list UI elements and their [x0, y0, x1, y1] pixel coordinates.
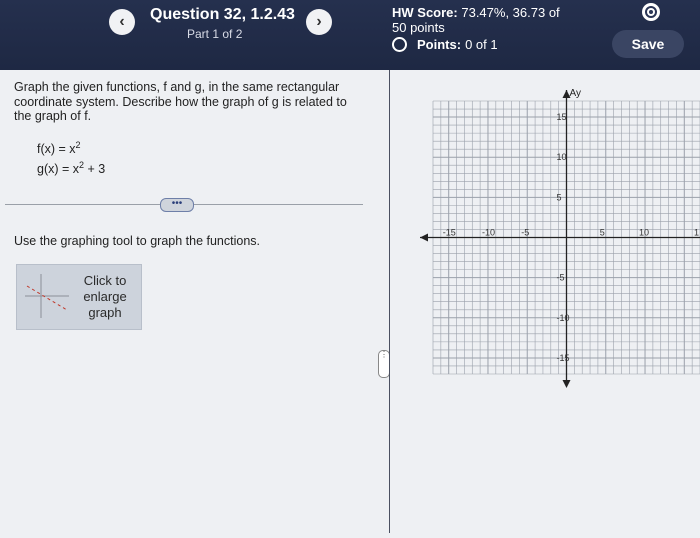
x-tick-label: 10: [639, 228, 649, 238]
part-label: Part 1 of 2: [187, 27, 243, 41]
hw-score: HW Score: 73.47%, 36.73 of: [392, 4, 560, 21]
points-status-icon: [392, 37, 407, 52]
hw-score-value: 73.47%, 36.73 of: [461, 5, 560, 20]
f-function: f(x) = x2: [37, 140, 81, 156]
x-tick-label: -15: [443, 228, 456, 238]
x-tick-label: -5: [521, 228, 529, 238]
points-value: 0 of 1: [465, 37, 498, 52]
coordinate-grid[interactable]: Ay 15 10 5 -5 -10 -15 -15 -10 -5 5 10 1: [390, 70, 700, 533]
points-label: Points:: [417, 37, 462, 52]
enlarge-graph-label: Click to enlarge graph: [83, 273, 127, 320]
save-button[interactable]: Save: [612, 30, 684, 58]
x-axis-left-arrow-icon: [420, 233, 428, 242]
y-tick-label: -10: [557, 313, 570, 323]
problem-prompt: Graph the given functions, f and g, in t…: [14, 80, 347, 123]
next-question-button[interactable]: ›: [306, 9, 332, 35]
previous-question-button[interactable]: ‹: [109, 9, 135, 35]
graph-panel[interactable]: Ay 15 10 5 -5 -10 -15 -15 -10 -5 5 10 1: [390, 70, 700, 533]
header-bar: ‹ Question 32, 1.2.43 Part 1 of 2 › HW S…: [0, 0, 700, 70]
points-row: Points: 0 of 1: [392, 37, 498, 52]
y-tick-label: 10: [557, 152, 567, 162]
g-function-tail: + 3: [84, 162, 106, 177]
y-tick-label: -15: [557, 353, 570, 363]
x-tick-label-clipped: 1: [694, 228, 699, 238]
graph-instruction: Use the graphing tool to graph the funct…: [14, 234, 260, 248]
y-tick-label: -5: [557, 273, 565, 283]
g-function-base: g(x) = x: [37, 162, 80, 177]
hw-points: 50 points: [392, 20, 445, 35]
question-panel: Graph the given functions, f and g, in t…: [0, 70, 390, 533]
y-tick-label: 5: [557, 192, 562, 202]
more-options-button[interactable]: •••: [160, 198, 194, 212]
y-axis-down-arrow-icon: [562, 380, 571, 388]
y-axis-label: Ay: [570, 88, 582, 99]
x-tick-label: -10: [482, 228, 495, 238]
f-function-exponent: 2: [75, 140, 81, 150]
y-tick-label: 15: [557, 112, 567, 122]
mini-graph-icon: [25, 274, 69, 318]
hw-score-label: HW Score:: [392, 5, 458, 20]
settings-gear-icon[interactable]: [642, 3, 660, 21]
enlarge-graph-button[interactable]: Click to enlarge graph: [16, 264, 142, 330]
g-function: g(x) = x2 + 3: [37, 160, 105, 176]
question-title: Question 32, 1.2.43: [150, 6, 295, 23]
x-tick-label: 5: [600, 228, 605, 238]
f-function-base: f(x) = x: [37, 142, 76, 157]
